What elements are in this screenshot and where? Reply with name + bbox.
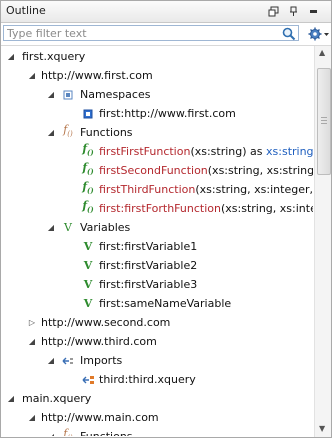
variable-label: first:firstVariable1 [99,240,198,253]
expanded-twisty-icon[interactable]: ◢ [27,66,37,85]
tree-item-functions-group[interactable]: ◢ f() Functions [1,427,313,436]
functions-group-icon: f() [63,123,73,139]
file-label: first.xquery [22,50,86,63]
restore-icon[interactable] [267,5,279,17]
expanded-twisty-icon[interactable]: ◢ [46,85,56,104]
group-label: Namespaces [80,88,151,101]
group-label: Variables [80,221,131,234]
expanded-twisty-icon[interactable]: ◢ [27,332,37,351]
tree-item-namespace[interactable]: ▷ http://www.second.com [1,313,313,332]
function-icon: f() [82,199,94,215]
view-title-bar: Outline [1,1,331,23]
tree-item-variables-group[interactable]: ◢ V Variables [1,218,313,237]
vertical-scrollbar[interactable]: ▲ ▼ [314,46,331,437]
namespace-label: http://www.first.com [41,69,153,82]
variable-icon: V [83,277,93,291]
tree-item-function[interactable]: f() firstSecondFunction(xs:string, xs:st… [1,161,313,180]
filter-input[interactable] [3,25,299,41]
variable-label: first:sameNameVariable [99,297,232,310]
filter-bar [1,23,331,46]
file-label: main.xquery [22,392,92,405]
variable-label: first:firstVariable3 [99,278,198,291]
scrollbar-thumb[interactable] [317,68,331,175]
pin-icon[interactable] [287,5,299,17]
namespaces-icon [61,88,75,101]
expanded-twisty-icon[interactable]: ◢ [46,218,56,237]
function-icon: f() [82,142,94,158]
imports-group-icon [61,354,75,367]
tree-item-function[interactable]: f() firstFirstFunction(xs:string) as xs:… [1,142,313,161]
tree-item-namespace[interactable]: ◢ http://www.first.com [1,66,313,85]
tree-item-functions-group[interactable]: ◢ f() Functions [1,123,313,142]
tree-item-namespace[interactable]: ◢ http://www.third.com [1,332,313,351]
import-icon [81,373,95,386]
variables-group-icon: V [64,220,72,234]
namespace-decl-icon [81,107,95,120]
namespace-label: http://www.main.com [41,411,159,424]
function-icon: f() [82,180,94,196]
scroll-down-arrow-icon[interactable]: ▼ [319,424,325,433]
function-name: firstThirdFunction [99,183,196,196]
function-return-type: xs:string [266,145,313,158]
tree-item-variable[interactable]: V first:sameNameVariable [1,294,313,313]
expanded-twisty-icon[interactable]: ◢ [46,351,56,370]
namespace-label: http://www.second.com [41,316,171,329]
import-label: third:third.xquery [99,373,196,386]
tree-item-namespace-decl[interactable]: first:http://www.first.com [1,104,313,123]
settings-gear-icon[interactable] [308,26,330,42]
group-label: Imports [80,354,123,367]
group-label: Functions [80,427,133,436]
tree-item-file[interactable]: ◢ main.xquery [1,389,313,408]
tree-item-function[interactable]: f() firstThirdFunction(xs:string, xs:int… [1,180,313,199]
expanded-twisty-icon[interactable]: ◢ [46,123,56,142]
variable-icon: V [83,258,93,272]
tree-item-variable[interactable]: V first:firstVariable2 [1,256,313,275]
function-name: firstFirstFunction [99,145,191,158]
collapsed-twisty-icon[interactable]: ▷ [27,313,37,332]
tree-item-function[interactable]: f() first:firstForthFunction(xs:string, … [1,199,313,218]
variable-icon: V [83,239,93,253]
view-title: Outline [6,4,46,17]
tree-item-namespaces-group[interactable]: ◢ Namespaces [1,85,313,104]
functions-group-icon: f() [63,427,73,436]
function-name: first:firstForthFunction [99,202,221,215]
tree-item-namespace[interactable]: ◢ http://www.main.com [1,408,313,427]
search-icon[interactable] [282,27,296,41]
scroll-up-arrow-icon[interactable]: ▲ [319,48,325,57]
function-signature: (xs:string, xs:integer [220,202,313,215]
expanded-twisty-icon[interactable]: ◢ [6,47,16,66]
function-signature: (xs:string, xs:integer, xs:b [195,183,313,196]
tree-item-import[interactable]: third:third.xquery [1,370,313,389]
tree-item-file[interactable]: ◢ first.xquery [1,47,313,66]
minimize-icon[interactable] [307,5,319,17]
outline-tree-rows: ◢ first.xquery ◢ http://www.first.com ◢ … [1,45,313,436]
function-icon: f() [82,161,94,177]
namespace-decl-label: first:http://www.first.com [99,107,236,120]
namespace-label: http://www.third.com [41,335,157,348]
function-name: firstSecondFunction [99,164,208,177]
tree-item-variable[interactable]: V first:firstVariable3 [1,275,313,294]
function-signature: (xs:string, xs:string) as [207,164,313,177]
tree-item-variable[interactable]: V first:firstVariable1 [1,237,313,256]
tree-item-imports-group[interactable]: ◢ Imports [1,351,313,370]
expanded-twisty-icon[interactable]: ◢ [46,427,56,436]
variable-label: first:firstVariable2 [99,259,198,272]
variable-icon: V [83,296,93,310]
group-label: Functions [80,126,133,139]
expanded-twisty-icon[interactable]: ◢ [6,389,16,408]
function-signature: (xs:string) as [190,145,267,158]
expanded-twisty-icon[interactable]: ◢ [27,408,37,427]
